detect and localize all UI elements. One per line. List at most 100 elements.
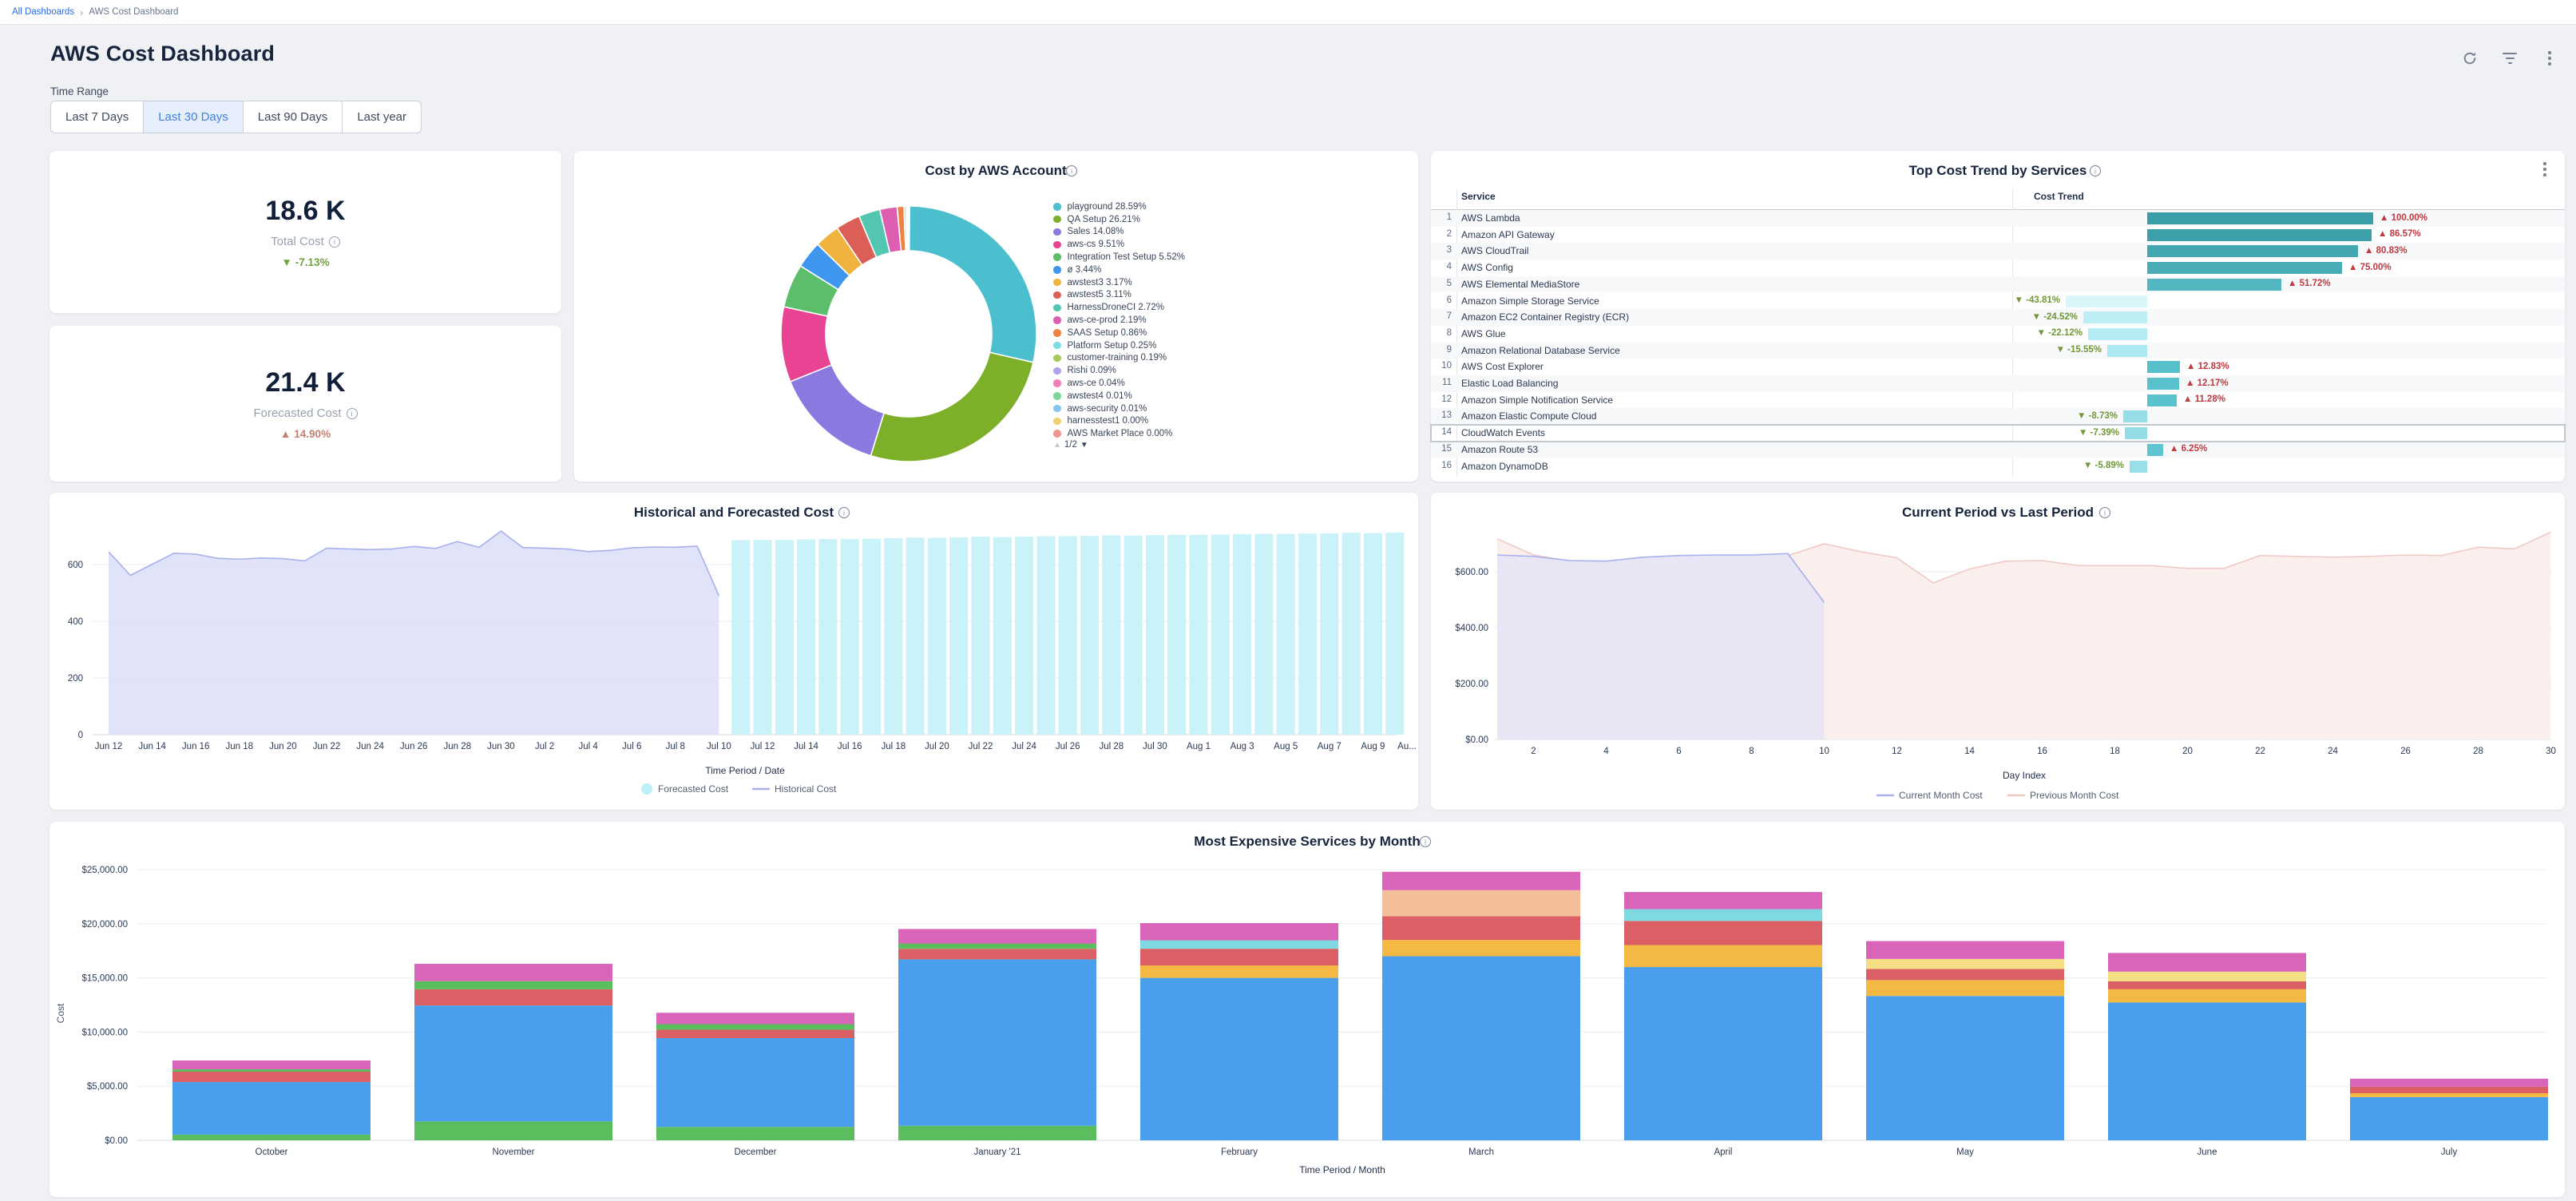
services-by-month-chart[interactable]: Most Expensive Services by Monthi$0.00$5… [50, 822, 2565, 1197]
kebab-menu-icon[interactable] [2541, 50, 2558, 67]
stack-segment-cyan[interactable] [1140, 941, 1338, 949]
legend-item[interactable]: aws-ce-prod 2.19% [1053, 314, 1405, 327]
legend-item[interactable]: ø 3.44% [1053, 264, 1405, 276]
stack-segment-pink[interactable] [172, 1060, 371, 1069]
legend-item[interactable]: AWS Market Place 0.00% [1053, 427, 1405, 440]
legend-item[interactable]: Sales 14.08% [1053, 226, 1405, 239]
time-range-last-30-days[interactable]: Last 30 Days [143, 101, 244, 133]
table-row-amazon-relational-database-service[interactable]: 9Amazon Relational Database Service▼ -15… [1431, 343, 2565, 359]
stack-segment-green[interactable] [898, 1126, 1096, 1140]
stack-segment-blue[interactable] [172, 1082, 371, 1135]
legend-page-down-icon[interactable]: ▼ [1080, 441, 1088, 450]
stack-segment-yellow[interactable] [2108, 989, 2306, 1003]
legend-item[interactable]: aws-security 0.01% [1053, 402, 1405, 415]
table-row-aws-elemental-mediastore[interactable]: 5AWS Elemental MediaStore▲ 51.72% [1431, 276, 2565, 293]
legend-item[interactable]: customer-training 0.19% [1053, 352, 1405, 365]
stack-segment-blue[interactable] [656, 1038, 854, 1127]
time-range-last-90-days[interactable]: Last 90 Days [243, 101, 343, 133]
legend-item[interactable]: Integration Test Setup 5.52% [1053, 251, 1405, 264]
period-compare-chart[interactable]: Current Period vs Last Periodi$0.00$200.… [1431, 493, 2565, 810]
table-row-elastic-load-balancing[interactable]: 11Elastic Load Balancing▲ 12.17% [1431, 375, 2565, 392]
stack-segment-green[interactable] [172, 1069, 371, 1072]
donut-slice-QA Setup[interactable] [870, 352, 1033, 462]
stack-segment-green[interactable] [172, 1135, 371, 1140]
stack-segment-green[interactable] [656, 1127, 854, 1140]
donut-slice-Sales[interactable] [791, 365, 884, 456]
stack-segment-pink[interactable] [2350, 1079, 2548, 1087]
stack-segment-blue[interactable] [2350, 1097, 2548, 1140]
legend-item[interactable]: playground 28.59% [1053, 200, 1405, 213]
stack-segment-peach[interactable] [1382, 890, 1580, 917]
stack-segment-khaki[interactable] [2108, 972, 2306, 981]
donut-slice-playground[interactable] [909, 206, 1036, 363]
table-row-cloudwatch-events[interactable]: 14CloudWatch Events▼ -7.39% [1431, 425, 2565, 442]
stack-segment-pink[interactable] [1382, 872, 1580, 890]
stack-segment-yellow[interactable] [1382, 940, 1580, 956]
stack-segment-green[interactable] [898, 944, 1096, 949]
table-row-amazon-dynamodb[interactable]: 16Amazon DynamoDB▼ -5.89% [1431, 458, 2565, 475]
stack-segment-red[interactable] [2350, 1087, 2548, 1093]
table-row-amazon-ec2-container-registry-ecr-[interactable]: 7Amazon EC2 Container Registry (ECR)▼ -2… [1431, 309, 2565, 326]
stack-segment-blue[interactable] [1140, 978, 1338, 1140]
legend-item[interactable]: aws-cs 9.51% [1053, 238, 1405, 251]
stack-segment-red[interactable] [1866, 969, 2064, 980]
stack-segment-blue[interactable] [1866, 996, 2064, 1140]
legend-item[interactable]: awstest5 3.11% [1053, 289, 1405, 302]
stack-segment-khaki[interactable] [1866, 959, 2064, 969]
stack-segment-yellow[interactable] [1624, 945, 1822, 968]
time-range-last-7-days[interactable]: Last 7 Days [50, 101, 144, 133]
info-icon[interactable]: i [347, 408, 358, 419]
legend-dot-icon[interactable] [641, 783, 652, 795]
info-icon[interactable]: i [329, 236, 340, 248]
stack-segment-green[interactable] [414, 981, 612, 989]
stack-segment-red[interactable] [656, 1029, 854, 1038]
stack-segment-pink[interactable] [1866, 941, 2064, 958]
stack-segment-pink[interactable] [414, 964, 612, 981]
stack-segment-blue[interactable] [1624, 967, 1822, 1140]
filter-icon[interactable] [2501, 50, 2519, 67]
legend-page-up-icon[interactable]: ▲ [1053, 441, 1061, 450]
stack-segment-pink[interactable] [898, 929, 1096, 943]
stack-segment-green[interactable] [656, 1025, 854, 1030]
stack-segment-pink[interactable] [1140, 923, 1338, 941]
stack-segment-yellow[interactable] [1140, 965, 1338, 978]
legend-item[interactable]: awstest4 0.01% [1053, 390, 1405, 402]
legend-item[interactable]: HarnessDroneCI 2.72% [1053, 301, 1405, 314]
legend-item[interactable]: awstest3 3.17% [1053, 276, 1405, 289]
time-range-last-year[interactable]: Last year [342, 101, 422, 133]
stack-segment-pink[interactable] [656, 1013, 854, 1024]
table-row-aws-config[interactable]: 4AWS Config▲ 75.00% [1431, 260, 2565, 276]
legend-item[interactable]: Rishi 0.09% [1053, 364, 1405, 377]
legend-item[interactable]: QA Setup 26.21% [1053, 213, 1405, 226]
table-row-amazon-route-53[interactable]: 15Amazon Route 53▲ 6.25% [1431, 442, 2565, 458]
legend-item[interactable]: Platform Setup 0.25% [1053, 339, 1405, 352]
stack-segment-blue[interactable] [414, 1005, 612, 1121]
table-row-amazon-simple-notification-service[interactable]: 12Amazon Simple Notification Service▲ 11… [1431, 392, 2565, 409]
stack-segment-yellow[interactable] [1866, 980, 2064, 996]
stack-segment-blue[interactable] [2108, 1002, 2306, 1140]
stack-segment-pink[interactable] [2108, 953, 2306, 971]
stack-segment-yellow[interactable] [2350, 1093, 2548, 1097]
stack-segment-red[interactable] [1140, 949, 1338, 965]
stack-segment-blue[interactable] [1382, 956, 1580, 1140]
table-row-aws-cost-explorer[interactable]: 10AWS Cost Explorer▲ 12.83% [1431, 359, 2565, 375]
stack-segment-red[interactable] [2108, 981, 2306, 989]
stack-segment-cyan[interactable] [1624, 909, 1822, 921]
stack-segment-red[interactable] [1382, 916, 1580, 940]
stack-segment-pink[interactable] [1624, 892, 1822, 909]
stack-segment-red[interactable] [414, 989, 612, 1005]
table-row-amazon-simple-storage-service[interactable]: 6Amazon Simple Storage Service▼ -43.81% [1431, 293, 2565, 310]
historical-forecast-chart[interactable]: Historical and Forecasted Costi020040060… [50, 493, 1418, 810]
refresh-icon[interactable] [2461, 50, 2479, 67]
table-row-aws-glue[interactable]: 8AWS Glue▼ -22.12% [1431, 326, 2565, 343]
legend-item[interactable]: aws-ce 0.04% [1053, 377, 1405, 390]
stack-segment-green[interactable] [414, 1121, 612, 1140]
table-row-amazon-api-gateway[interactable]: 2Amazon API Gateway▲ 86.57% [1431, 227, 2565, 244]
stack-segment-red[interactable] [172, 1072, 371, 1082]
table-row-aws-cloudtrail[interactable]: 3AWS CloudTrail▲ 80.83% [1431, 243, 2565, 260]
stack-segment-red[interactable] [1624, 921, 1822, 945]
table-row-amazon-elastic-compute-cloud[interactable]: 13Amazon Elastic Compute Cloud▼ -8.73% [1431, 408, 2565, 425]
legend-item[interactable]: harnesstest1 0.00% [1053, 415, 1405, 428]
legend-item[interactable]: SAAS Setup 0.86% [1053, 327, 1405, 339]
breadcrumb-all-dashboards[interactable]: All Dashboards [12, 7, 74, 17]
